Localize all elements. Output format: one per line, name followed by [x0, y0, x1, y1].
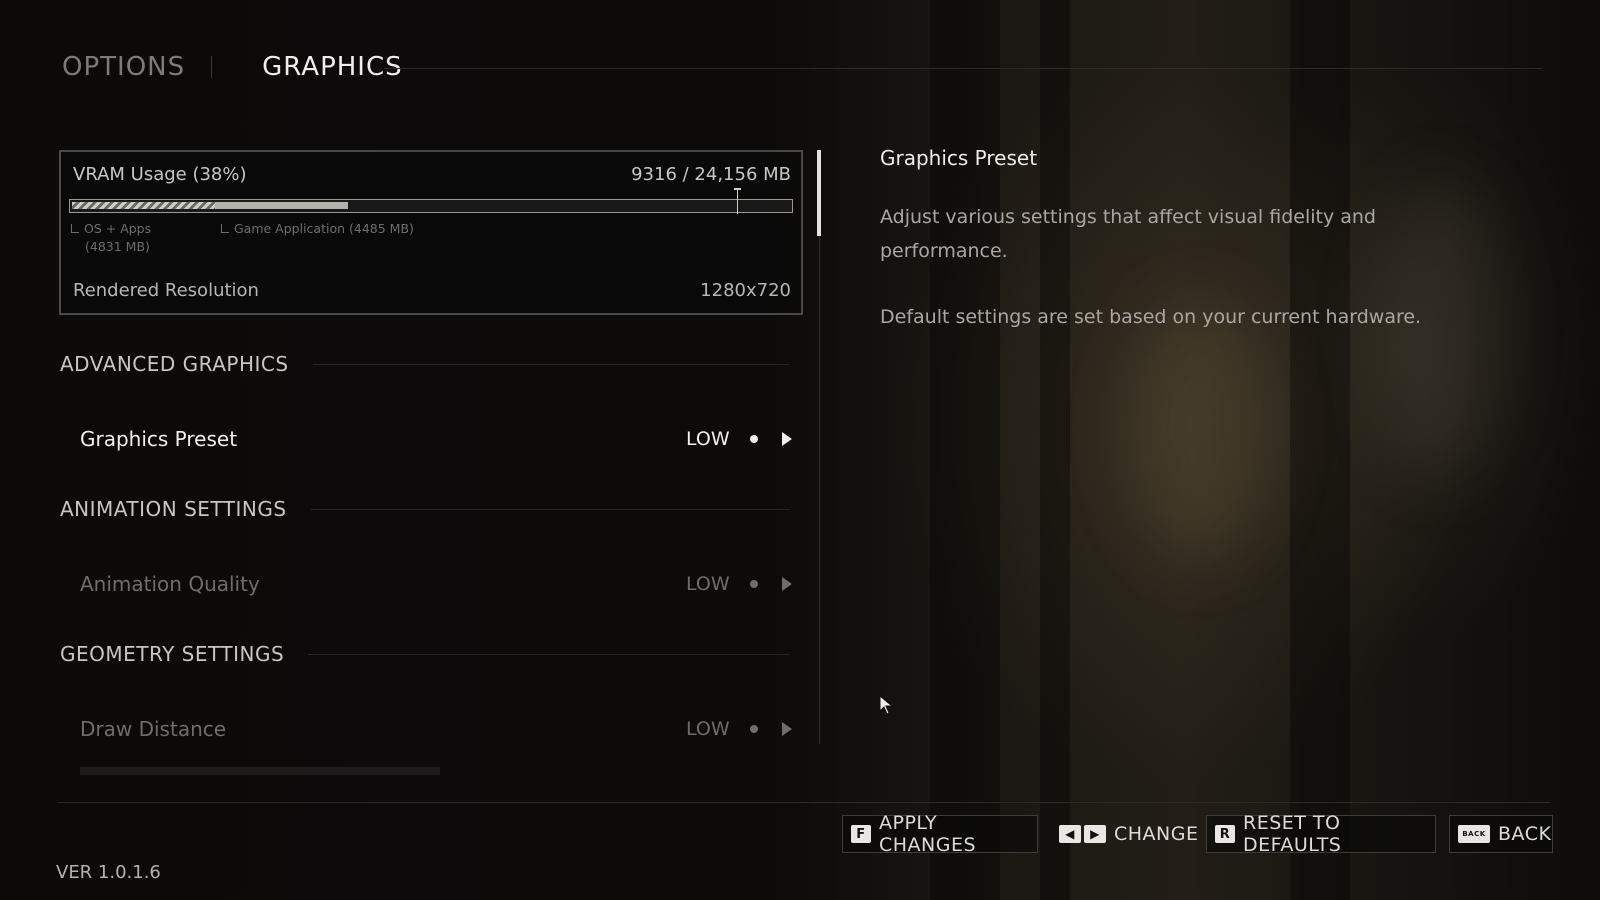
background-glow [1130, 300, 1270, 560]
change-button[interactable]: ◀ ▶ CHANGE [1050, 815, 1200, 853]
apply-changes-button[interactable]: F APPLY CHANGES [842, 812, 1038, 856]
arrow-right-icon[interactable] [782, 577, 792, 591]
arrow-right-key-icon: ▶ [1084, 825, 1106, 843]
header-tabs: OPTIONS GRAPHICS [62, 52, 403, 82]
setting-draw-distance[interactable]: Draw Distance LOW [80, 714, 792, 744]
bracket-icon [71, 224, 79, 233]
setting-label: Draw Distance [80, 717, 227, 741]
background-pillar [930, 0, 1000, 900]
tab-graphics[interactable]: GRAPHICS [262, 52, 403, 82]
section-advanced-graphics: ADVANCED GRAPHICS [60, 352, 790, 376]
setting-value: LOW [686, 573, 730, 595]
header-divider [384, 68, 1542, 69]
rendered-resolution-value: 1280x720 [700, 280, 791, 301]
key-r-icon: R [1215, 825, 1235, 843]
setting-graphics-preset[interactable]: Graphics Preset LOW [80, 424, 792, 454]
footer-divider [58, 802, 1550, 803]
key-back-icon: BACK [1458, 825, 1490, 843]
section-geometry-settings: GEOMETRY SETTINGS [60, 642, 790, 666]
arrow-left-key-icon: ◀ [1059, 825, 1081, 843]
setting-animation-quality[interactable]: Animation Quality LOW [80, 569, 792, 599]
vram-game-segment [215, 202, 348, 209]
description-paragraph: Adjust various settings that affect visu… [880, 206, 1376, 262]
tab-options[interactable]: OPTIONS [62, 52, 185, 82]
setting-value: LOW [686, 428, 730, 450]
key-f-icon: F [851, 825, 871, 843]
reset-to-defaults-button[interactable]: R RESET TO DEFAULTS [1206, 812, 1436, 856]
vram-os-segment [72, 202, 215, 209]
scrollbar-thumb[interactable] [817, 150, 821, 236]
vram-value: 9316 / 24,156 MB [631, 164, 791, 185]
vram-limit-marker [737, 190, 738, 214]
description-title: Graphics Preset [880, 146, 1038, 170]
arrow-right-icon[interactable] [782, 722, 792, 736]
description-paragraph: Default settings are set based on your c… [880, 306, 1422, 328]
vram-os-label: OS + Apps (4831 MB) [71, 220, 151, 256]
vram-title: VRAM Usage (38%) [73, 164, 247, 185]
rendered-resolution-label: Rendered Resolution [73, 280, 259, 301]
tab-separator [211, 56, 213, 78]
version-label: VER 1.0.1.6 [56, 862, 161, 883]
bracket-icon [221, 224, 229, 233]
setting-label: Graphics Preset [80, 427, 238, 451]
setting-value: LOW [686, 718, 730, 740]
dot-icon [750, 435, 758, 443]
vram-panel: VRAM Usage (38%) 9316 / 24,156 MB OS + A… [59, 150, 803, 315]
dot-icon [750, 725, 758, 733]
background-pillar [1040, 0, 1070, 900]
setting-row-partially-hidden [80, 764, 792, 778]
section-animation-settings: ANIMATION SETTINGS [60, 497, 790, 521]
background-pillar [1290, 0, 1350, 900]
back-button[interactable]: BACK BACK [1449, 815, 1553, 853]
arrow-right-icon[interactable] [782, 432, 792, 446]
scrollbar-track[interactable] [819, 150, 820, 744]
setting-label: Animation Quality [80, 572, 260, 596]
vram-game-label: Game Application (4485 MB) [221, 220, 414, 238]
dot-icon [750, 580, 758, 588]
vram-usage-bar [69, 188, 793, 214]
